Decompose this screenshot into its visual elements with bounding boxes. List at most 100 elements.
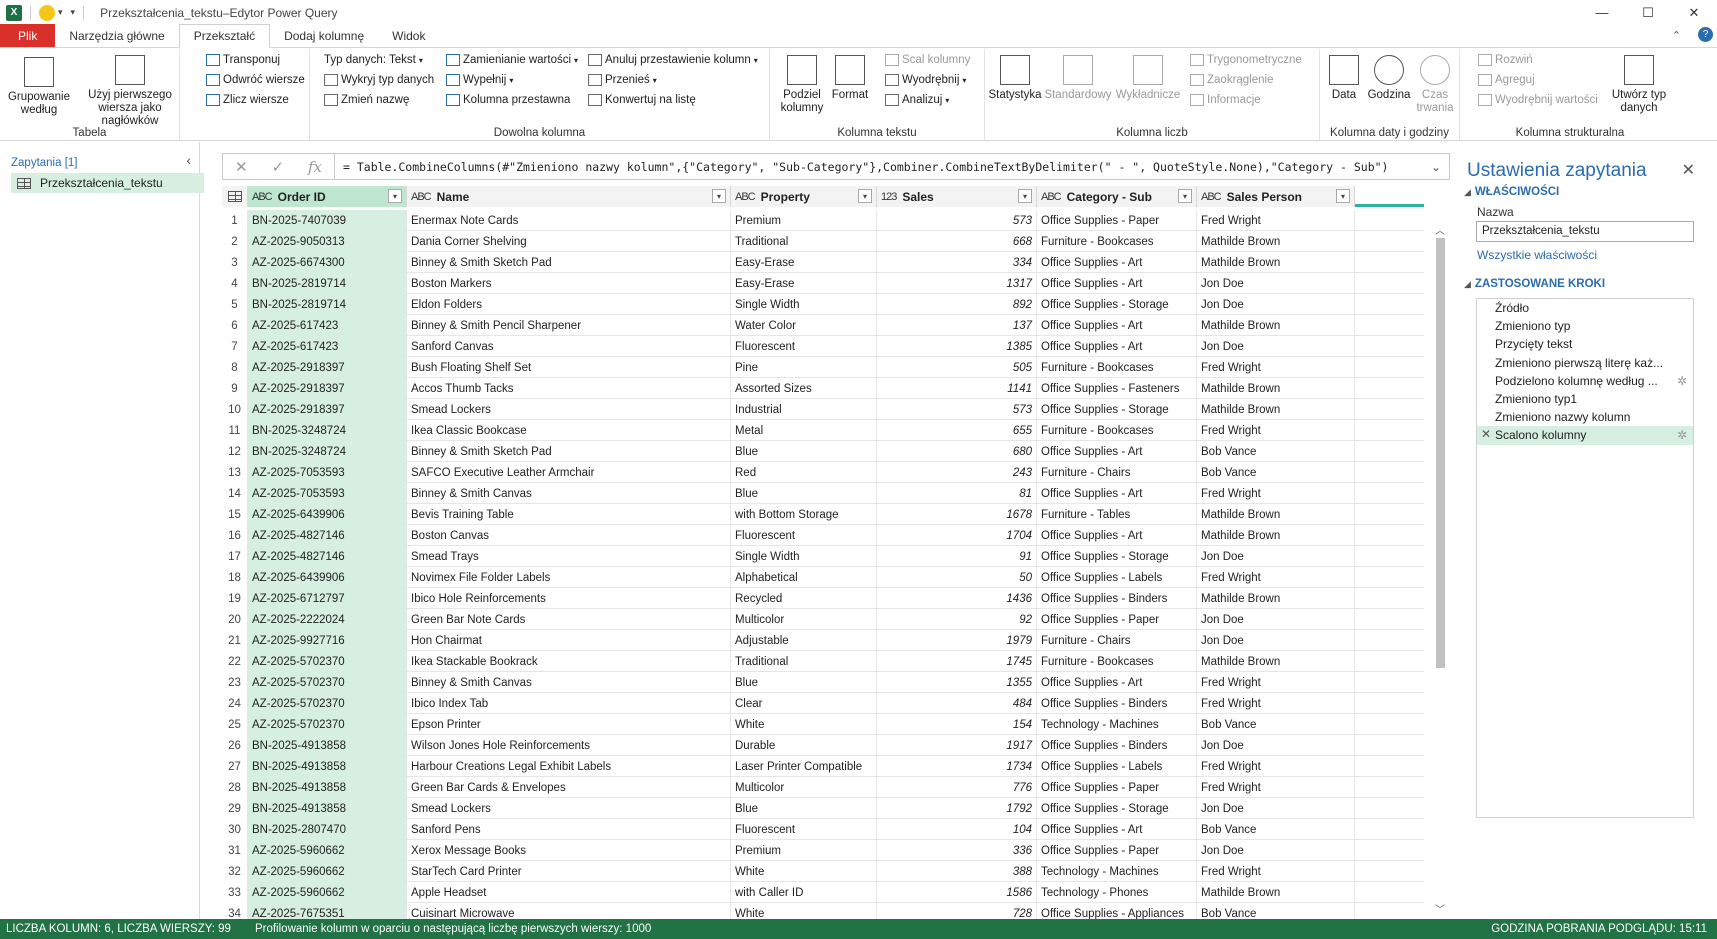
name-cell[interactable]: StarTech Card Printer (407, 861, 731, 882)
order-id-cell[interactable]: AZ-2025-6712797 (248, 588, 407, 609)
sales-cell[interactable]: 1317 (877, 273, 1037, 294)
column-header-sales[interactable]: 123 Sales ▾ (877, 186, 1037, 207)
name-cell[interactable]: Ikea Stackable Bookrack (407, 651, 731, 672)
property-cell[interactable]: Blue (731, 441, 877, 462)
sales-person-cell[interactable]: Mathilde Brown (1197, 651, 1355, 672)
column-header-category-sub[interactable]: ABC Category - Sub ▾ (1037, 186, 1197, 207)
sales-person-cell[interactable]: Fred Wright (1197, 672, 1355, 693)
name-cell[interactable]: Accos Thumb Tacks (407, 378, 731, 399)
order-id-cell[interactable]: AZ-2025-4827146 (248, 525, 407, 546)
property-cell[interactable]: Clear (731, 693, 877, 714)
table-row[interactable]: 19 AZ-2025-6712797 Ibico Hole Reinforcemen… (222, 588, 1424, 609)
filter-dropdown-icon[interactable]: ▾ (1336, 189, 1350, 203)
category-sub-cell[interactable]: Furniture - Bookcases (1037, 231, 1197, 252)
gear-icon[interactable]: ✲ (1677, 374, 1687, 388)
name-cell[interactable]: Harbour Creations Legal Exhibit Labels (407, 756, 731, 777)
sales-person-cell[interactable]: Fred Wright (1197, 483, 1355, 504)
sales-person-cell[interactable]: Jon Doe (1197, 336, 1355, 357)
property-cell[interactable]: White (731, 714, 877, 735)
order-id-cell[interactable]: BN-2025-2819714 (248, 273, 407, 294)
sales-cell[interactable]: 1917 (877, 735, 1037, 756)
table-row[interactable]: 23 AZ-2025-5702370 Binney & Smith Canvas Bl… (222, 672, 1424, 693)
table-row[interactable]: 17 AZ-2025-4827146 Smead Trays Single Width… (222, 546, 1424, 567)
property-cell[interactable]: Metal (731, 420, 877, 441)
order-id-cell[interactable]: BN-2025-4913858 (248, 756, 407, 777)
sales-cell[interactable]: 1745 (877, 651, 1037, 672)
order-id-cell[interactable]: AZ-2025-7675351 (248, 903, 407, 919)
category-sub-cell[interactable]: Furniture - Chairs (1037, 462, 1197, 483)
category-sub-cell[interactable]: Office Supplies - Art (1037, 672, 1197, 693)
smiley-feedback-icon[interactable] (39, 4, 55, 21)
order-id-cell[interactable]: AZ-2025-617423 (248, 315, 407, 336)
vertical-scrollbar[interactable]: ︿ ﹀ (1432, 218, 1449, 918)
sales-person-cell[interactable]: Fred Wright (1197, 861, 1355, 882)
parse-button[interactable]: Analizuj ▾ (885, 94, 949, 106)
order-id-cell[interactable]: AZ-2025-2918397 (248, 378, 407, 399)
name-cell[interactable]: Smead Lockers (407, 798, 731, 819)
format-button[interactable]: Format (830, 55, 870, 102)
text-type-icon[interactable]: ABC (1041, 191, 1062, 203)
name-cell[interactable]: Boston Canvas (407, 525, 731, 546)
name-cell[interactable]: Enermax Note Cards (407, 210, 731, 231)
order-id-cell[interactable]: AZ-2025-5960662 (248, 882, 407, 903)
sales-cell[interactable]: 334 (877, 252, 1037, 273)
property-cell[interactable]: Easy-Erase (731, 252, 877, 273)
sales-cell[interactable]: 1141 (877, 378, 1037, 399)
standard-button[interactable]: Standardowy (1043, 55, 1113, 102)
order-id-cell[interactable]: AZ-2025-617423 (248, 336, 407, 357)
property-cell[interactable]: Adjustable (731, 630, 877, 651)
property-cell[interactable]: Assorted Sizes (731, 378, 877, 399)
property-cell[interactable]: Blue (731, 483, 877, 504)
sales-person-cell[interactable]: Mathilde Brown (1197, 525, 1355, 546)
table-row[interactable]: 29 BN-2025-4913858 Smead Lockers Blue 1792 Of… (222, 798, 1424, 819)
date-button[interactable]: Data (1324, 55, 1364, 102)
sales-person-cell[interactable]: Bob Vance (1197, 819, 1355, 840)
sales-cell[interactable]: 573 (877, 399, 1037, 420)
category-sub-cell[interactable]: Office Supplies - Art (1037, 525, 1197, 546)
rename-button[interactable]: Zmień nazwę (324, 94, 409, 106)
sales-cell[interactable]: 243 (877, 462, 1037, 483)
column-header-name[interactable]: ABC Name ▾ (407, 186, 731, 207)
chevron-left-icon[interactable]: ‹ (186, 152, 191, 168)
sales-person-cell[interactable]: Fred Wright (1197, 420, 1355, 441)
sales-person-cell[interactable]: Mathilde Brown (1197, 231, 1355, 252)
order-id-cell[interactable]: AZ-2025-5960662 (248, 840, 407, 861)
name-cell[interactable]: Apple Headset (407, 882, 731, 903)
category-sub-cell[interactable]: Furniture - Bookcases (1037, 420, 1197, 441)
applied-steps-section[interactable]: ◢ ZASTOSOWANE KROKI (1464, 278, 1605, 290)
sales-cell[interactable]: 137 (877, 315, 1037, 336)
merge-columns-button[interactable]: Scal kolumny (885, 54, 970, 66)
order-id-cell[interactable]: AZ-2025-5702370 (248, 651, 407, 672)
name-cell[interactable]: Smead Lockers (407, 399, 731, 420)
name-cell[interactable]: SAFCO Executive Leather Armchair (407, 462, 731, 483)
table-row[interactable]: 18 AZ-2025-6439906 Novimex File Folder Lab… (222, 567, 1424, 588)
sales-person-cell[interactable]: Fred Wright (1197, 777, 1355, 798)
replace-values-button[interactable]: Zamienianie wartości ▾ (446, 54, 578, 66)
name-cell[interactable]: Bevis Training Table (407, 504, 731, 525)
name-cell[interactable]: Binney & Smith Canvas (407, 672, 731, 693)
check-icon[interactable]: ✓ (271, 158, 284, 176)
cancel-icon[interactable]: ✕ (235, 158, 248, 176)
query-name-input[interactable]: Przekształcenia_tekstu (1476, 221, 1694, 242)
order-id-cell[interactable]: AZ-2025-6439906 (248, 567, 407, 588)
name-cell[interactable]: Wilson Jones Hole Reinforcements (407, 735, 731, 756)
category-sub-cell[interactable]: Office Supplies - Storage (1037, 546, 1197, 567)
category-sub-cell[interactable]: Furniture - Tables (1037, 504, 1197, 525)
table-row[interactable]: 14 AZ-2025-7053593 Binney & Smith Canvas Bl… (222, 483, 1424, 504)
order-id-cell[interactable]: AZ-2025-9927716 (248, 630, 407, 651)
property-cell[interactable]: with Caller ID (731, 882, 877, 903)
tab-transform[interactable]: Przekształć (178, 24, 271, 48)
aggregate-button[interactable]: Agreguj (1478, 74, 1535, 86)
property-cell[interactable]: Water Color (731, 315, 877, 336)
applied-step[interactable]: Zmieniono pierwszą literę każ... (1477, 354, 1693, 372)
minimize-icon[interactable]: — (1579, 0, 1625, 25)
category-sub-cell[interactable]: Office Supplies - Appliances (1037, 903, 1197, 919)
category-sub-cell[interactable]: Office Supplies - Storage (1037, 798, 1197, 819)
sales-cell[interactable]: 1385 (877, 336, 1037, 357)
sales-person-cell[interactable]: Bob Vance (1197, 714, 1355, 735)
fill-button[interactable]: Wypełnij ▾ (446, 74, 513, 86)
table-row[interactable]: 8 AZ-2025-2918397 Bush Floating Shelf Set P… (222, 357, 1424, 378)
name-cell[interactable]: Xerox Message Books (407, 840, 731, 861)
tab-home[interactable]: Narzędzia główne (55, 24, 178, 47)
duration-button[interactable]: Czas trwania (1412, 55, 1458, 115)
